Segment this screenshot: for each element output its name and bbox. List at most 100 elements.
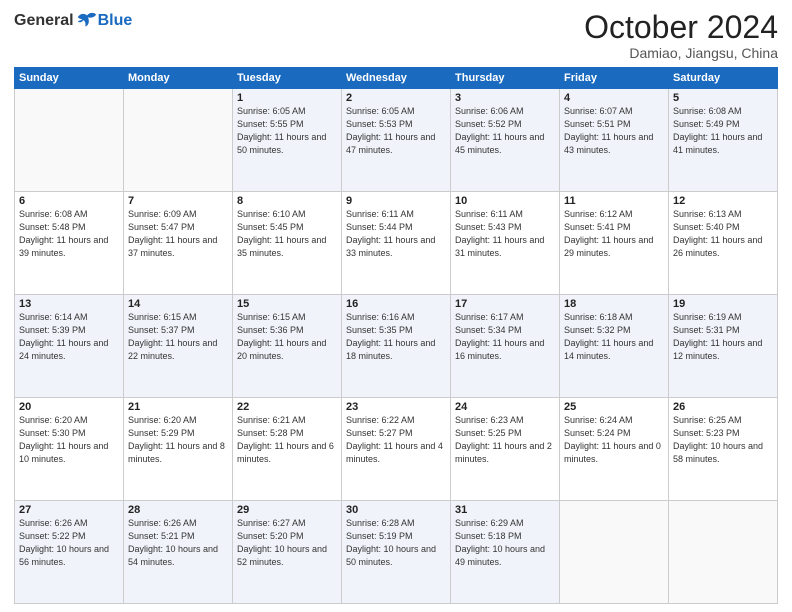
day-number: 1 (237, 92, 337, 104)
day-number: 11 (564, 195, 664, 207)
day-number: 17 (455, 298, 555, 310)
calendar-cell: 17Sunrise: 6:17 AM Sunset: 5:34 PM Dayli… (451, 295, 560, 398)
day-info: Sunrise: 6:25 AM Sunset: 5:23 PM Dayligh… (673, 414, 773, 466)
weekday-header-row: SundayMondayTuesdayWednesdayThursdayFrid… (15, 68, 778, 89)
header: General Blue October 2024 Damiao, Jiangs… (14, 10, 778, 61)
calendar-cell: 9Sunrise: 6:11 AM Sunset: 5:44 PM Daylig… (342, 192, 451, 295)
calendar-cell: 15Sunrise: 6:15 AM Sunset: 5:36 PM Dayli… (233, 295, 342, 398)
calendar-cell: 27Sunrise: 6:26 AM Sunset: 5:22 PM Dayli… (15, 501, 124, 604)
day-info: Sunrise: 6:22 AM Sunset: 5:27 PM Dayligh… (346, 414, 446, 466)
calendar-week-row: 20Sunrise: 6:20 AM Sunset: 5:30 PM Dayli… (15, 398, 778, 501)
day-number: 28 (128, 504, 228, 516)
title-block: October 2024 Damiao, Jiangsu, China (584, 10, 778, 61)
day-number: 27 (19, 504, 119, 516)
day-number: 12 (673, 195, 773, 207)
day-number: 26 (673, 401, 773, 413)
day-number: 6 (19, 195, 119, 207)
month-title: October 2024 (584, 10, 778, 45)
calendar-cell: 4Sunrise: 6:07 AM Sunset: 5:51 PM Daylig… (560, 89, 669, 192)
logo-blue-text: Blue (98, 12, 133, 30)
day-info: Sunrise: 6:11 AM Sunset: 5:44 PM Dayligh… (346, 208, 446, 260)
calendar-cell: 21Sunrise: 6:20 AM Sunset: 5:29 PM Dayli… (124, 398, 233, 501)
weekday-header-monday: Monday (124, 68, 233, 89)
calendar-cell: 23Sunrise: 6:22 AM Sunset: 5:27 PM Dayli… (342, 398, 451, 501)
day-info: Sunrise: 6:17 AM Sunset: 5:34 PM Dayligh… (455, 311, 555, 363)
calendar-cell: 22Sunrise: 6:21 AM Sunset: 5:28 PM Dayli… (233, 398, 342, 501)
calendar-cell: 1Sunrise: 6:05 AM Sunset: 5:55 PM Daylig… (233, 89, 342, 192)
calendar-cell: 28Sunrise: 6:26 AM Sunset: 5:21 PM Dayli… (124, 501, 233, 604)
day-info: Sunrise: 6:29 AM Sunset: 5:18 PM Dayligh… (455, 517, 555, 569)
calendar-cell: 20Sunrise: 6:20 AM Sunset: 5:30 PM Dayli… (15, 398, 124, 501)
day-info: Sunrise: 6:26 AM Sunset: 5:21 PM Dayligh… (128, 517, 228, 569)
day-info: Sunrise: 6:10 AM Sunset: 5:45 PM Dayligh… (237, 208, 337, 260)
day-info: Sunrise: 6:05 AM Sunset: 5:55 PM Dayligh… (237, 105, 337, 157)
day-number: 4 (564, 92, 664, 104)
day-info: Sunrise: 6:15 AM Sunset: 5:36 PM Dayligh… (237, 311, 337, 363)
day-number: 23 (346, 401, 446, 413)
day-number: 5 (673, 92, 773, 104)
day-info: Sunrise: 6:11 AM Sunset: 5:43 PM Dayligh… (455, 208, 555, 260)
calendar-cell: 26Sunrise: 6:25 AM Sunset: 5:23 PM Dayli… (669, 398, 778, 501)
calendar-cell: 12Sunrise: 6:13 AM Sunset: 5:40 PM Dayli… (669, 192, 778, 295)
weekday-header-saturday: Saturday (669, 68, 778, 89)
day-info: Sunrise: 6:08 AM Sunset: 5:48 PM Dayligh… (19, 208, 119, 260)
day-info: Sunrise: 6:20 AM Sunset: 5:29 PM Dayligh… (128, 414, 228, 466)
calendar-cell: 30Sunrise: 6:28 AM Sunset: 5:19 PM Dayli… (342, 501, 451, 604)
calendar-table: SundayMondayTuesdayWednesdayThursdayFrid… (14, 67, 778, 604)
weekday-header-tuesday: Tuesday (233, 68, 342, 89)
day-number: 10 (455, 195, 555, 207)
calendar-cell: 18Sunrise: 6:18 AM Sunset: 5:32 PM Dayli… (560, 295, 669, 398)
calendar-week-row: 13Sunrise: 6:14 AM Sunset: 5:39 PM Dayli… (15, 295, 778, 398)
day-info: Sunrise: 6:13 AM Sunset: 5:40 PM Dayligh… (673, 208, 773, 260)
day-number: 18 (564, 298, 664, 310)
calendar-cell: 14Sunrise: 6:15 AM Sunset: 5:37 PM Dayli… (124, 295, 233, 398)
day-info: Sunrise: 6:23 AM Sunset: 5:25 PM Dayligh… (455, 414, 555, 466)
day-number: 3 (455, 92, 555, 104)
logo: General Blue (14, 10, 132, 32)
day-number: 24 (455, 401, 555, 413)
day-number: 30 (346, 504, 446, 516)
calendar-cell: 3Sunrise: 6:06 AM Sunset: 5:52 PM Daylig… (451, 89, 560, 192)
calendar-cell: 31Sunrise: 6:29 AM Sunset: 5:18 PM Dayli… (451, 501, 560, 604)
day-number: 16 (346, 298, 446, 310)
day-number: 22 (237, 401, 337, 413)
calendar-cell: 16Sunrise: 6:16 AM Sunset: 5:35 PM Dayli… (342, 295, 451, 398)
day-info: Sunrise: 6:21 AM Sunset: 5:28 PM Dayligh… (237, 414, 337, 466)
calendar-cell (669, 501, 778, 604)
day-info: Sunrise: 6:16 AM Sunset: 5:35 PM Dayligh… (346, 311, 446, 363)
calendar-cell: 25Sunrise: 6:24 AM Sunset: 5:24 PM Dayli… (560, 398, 669, 501)
day-number: 14 (128, 298, 228, 310)
weekday-header-friday: Friday (560, 68, 669, 89)
day-info: Sunrise: 6:15 AM Sunset: 5:37 PM Dayligh… (128, 311, 228, 363)
weekday-header-sunday: Sunday (15, 68, 124, 89)
day-number: 19 (673, 298, 773, 310)
calendar-week-row: 6Sunrise: 6:08 AM Sunset: 5:48 PM Daylig… (15, 192, 778, 295)
day-number: 8 (237, 195, 337, 207)
day-info: Sunrise: 6:08 AM Sunset: 5:49 PM Dayligh… (673, 105, 773, 157)
day-info: Sunrise: 6:27 AM Sunset: 5:20 PM Dayligh… (237, 517, 337, 569)
weekday-header-wednesday: Wednesday (342, 68, 451, 89)
day-number: 20 (19, 401, 119, 413)
day-info: Sunrise: 6:14 AM Sunset: 5:39 PM Dayligh… (19, 311, 119, 363)
calendar-cell: 6Sunrise: 6:08 AM Sunset: 5:48 PM Daylig… (15, 192, 124, 295)
day-info: Sunrise: 6:24 AM Sunset: 5:24 PM Dayligh… (564, 414, 664, 466)
day-info: Sunrise: 6:20 AM Sunset: 5:30 PM Dayligh… (19, 414, 119, 466)
day-number: 31 (455, 504, 555, 516)
day-number: 21 (128, 401, 228, 413)
day-info: Sunrise: 6:28 AM Sunset: 5:19 PM Dayligh… (346, 517, 446, 569)
logo-bird-icon (76, 10, 98, 32)
day-info: Sunrise: 6:09 AM Sunset: 5:47 PM Dayligh… (128, 208, 228, 260)
calendar-cell: 29Sunrise: 6:27 AM Sunset: 5:20 PM Dayli… (233, 501, 342, 604)
day-info: Sunrise: 6:26 AM Sunset: 5:22 PM Dayligh… (19, 517, 119, 569)
weekday-header-thursday: Thursday (451, 68, 560, 89)
calendar-cell: 19Sunrise: 6:19 AM Sunset: 5:31 PM Dayli… (669, 295, 778, 398)
day-number: 15 (237, 298, 337, 310)
day-info: Sunrise: 6:12 AM Sunset: 5:41 PM Dayligh… (564, 208, 664, 260)
day-number: 25 (564, 401, 664, 413)
calendar-cell: 11Sunrise: 6:12 AM Sunset: 5:41 PM Dayli… (560, 192, 669, 295)
calendar-cell: 7Sunrise: 6:09 AM Sunset: 5:47 PM Daylig… (124, 192, 233, 295)
calendar-cell: 13Sunrise: 6:14 AM Sunset: 5:39 PM Dayli… (15, 295, 124, 398)
calendar-cell: 8Sunrise: 6:10 AM Sunset: 5:45 PM Daylig… (233, 192, 342, 295)
location-title: Damiao, Jiangsu, China (584, 45, 778, 61)
day-info: Sunrise: 6:18 AM Sunset: 5:32 PM Dayligh… (564, 311, 664, 363)
